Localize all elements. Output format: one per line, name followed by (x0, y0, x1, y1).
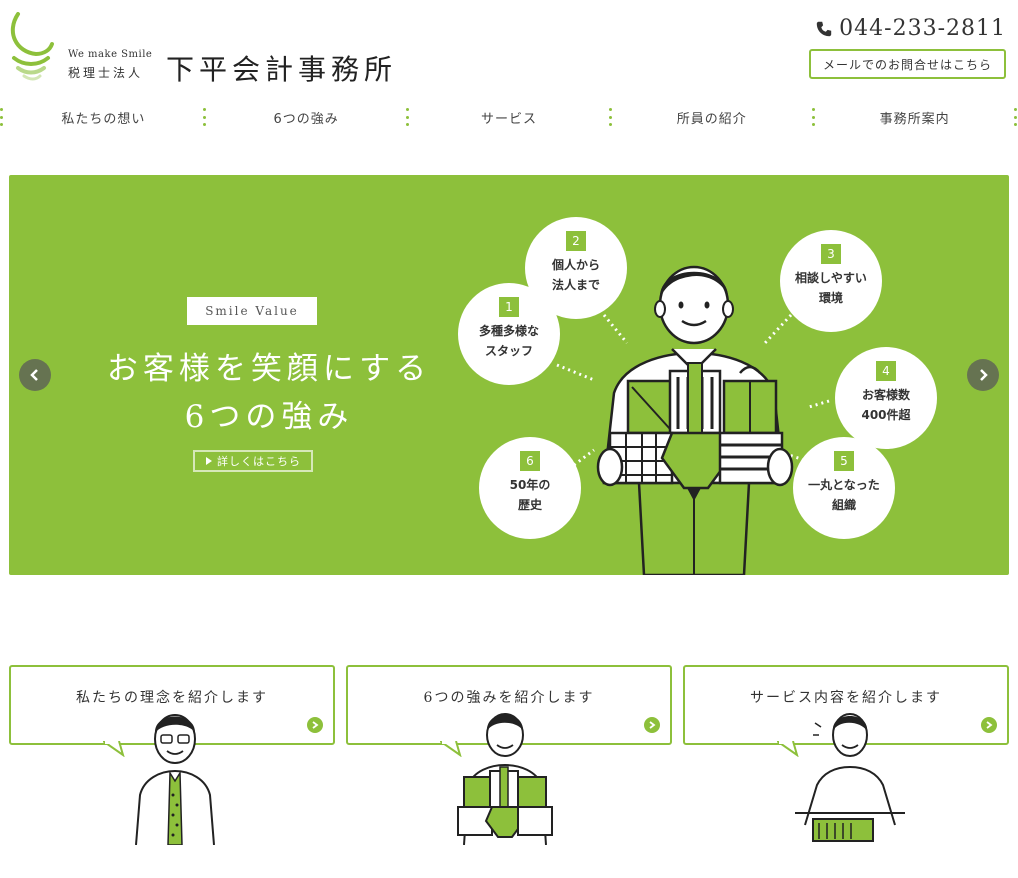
hero-slider: Smile Value お客様を笑顔にする 6つの強み 詳しくはこちら 1 多種… (9, 175, 1009, 575)
strength-number: 6 (520, 451, 540, 471)
strength-bubble-2: 2 個人から 法人まで (525, 217, 627, 319)
strength-bubble-5: 5 一丸となった 組織 (793, 437, 895, 539)
go-arrow-icon (981, 717, 997, 733)
strength-text: 個人から 法人まで (551, 258, 600, 292)
strength-number: 4 (876, 361, 896, 381)
logo-tagline: We make Smile (68, 49, 153, 60)
nav-item-service[interactable]: サービス (410, 101, 609, 133)
phone-label: 044-233-2811 (839, 16, 1006, 41)
go-arrow-icon (644, 717, 660, 733)
man-with-calculator-illustration (795, 713, 905, 842)
strength-number: 2 (566, 231, 586, 251)
logo-swirl-icon (10, 12, 54, 81)
strength-bubble-4: 4 お客様数 400件超 (835, 347, 937, 449)
nav-item-staff[interactable]: 所員の紹介 (612, 101, 811, 133)
card-title: 6つの強みを紹介します (423, 690, 595, 706)
strength-text: 一丸となった 組織 (808, 478, 880, 512)
go-arrow-icon (307, 717, 323, 733)
phone-icon (816, 21, 832, 36)
logo-kind: 税理士法人 (68, 66, 144, 80)
nav-item-office[interactable]: 事務所案内 (815, 101, 1014, 133)
nav-divider (1014, 108, 1018, 126)
strength-text: 50年の 歴史 (509, 478, 551, 512)
strength-number: 5 (834, 451, 854, 471)
strength-bubble-6: 6 50年の 歴史 (479, 437, 581, 539)
man-with-glasses-illustration (135, 714, 215, 845)
logo-name: 下平会計事務所 (166, 53, 398, 86)
card-title: 私たちの理念を紹介します (76, 690, 268, 706)
phone-number[interactable]: 044-233-2811 (815, 16, 1006, 41)
nav-item-philosophy[interactable]: 私たちの想い (4, 101, 203, 133)
main-nav: 私たちの想い 6つの強み サービス 所員の紹介 事務所案内 (0, 101, 1018, 133)
speech-tail (103, 741, 125, 757)
mail-contact-button[interactable]: メールでのお問合せはこちら (809, 49, 1006, 79)
card-title: サービス内容を紹介します (750, 690, 942, 706)
site-header: We make Smile 税理士法人 下平会計事務所 044-233-2811… (0, 0, 1018, 100)
logo[interactable]: We make Smile 税理士法人 下平会計事務所 (8, 12, 428, 86)
strength-number: 3 (821, 244, 841, 264)
man-with-gifts-illustration (596, 265, 794, 575)
man-with-gifts-small-illustration (457, 713, 553, 845)
nav-item-strengths[interactable]: 6つの強み (207, 101, 406, 133)
strength-text: お客様数 400件超 (861, 388, 911, 422)
strength-number: 1 (499, 297, 519, 317)
strength-text: 相談しやすい 環境 (795, 271, 867, 305)
strength-text: 多種多様な スタッフ (478, 324, 539, 358)
strength-bubble-3: 3 相談しやすい 環境 (780, 230, 882, 332)
